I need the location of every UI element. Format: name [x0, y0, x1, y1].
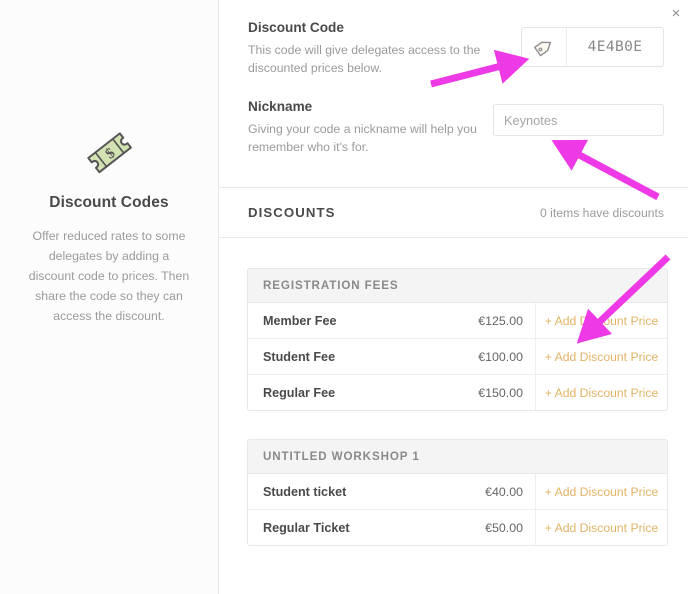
table-header-label: REGISTRATION FEES: [263, 279, 399, 292]
discount-code-input[interactable]: 4E4B0E: [521, 27, 664, 67]
table-row: Regular Fee €150.00 + Add Discount Price: [248, 375, 667, 410]
divider-bottom: [219, 237, 688, 238]
table-row: Regular Ticket €50.00 + Add Discount Pri…: [248, 510, 667, 545]
discounts-count: 0 items have discounts: [540, 205, 664, 220]
info-sidebar: $ Discount Codes Offer reduced rates to …: [0, 0, 219, 594]
row-name: Student ticket: [263, 484, 347, 499]
price-table-untitled-workshop-1: UNTITLED WORKSHOP 1 Student ticket €40.0…: [247, 439, 668, 546]
nickname-input[interactable]: [493, 104, 664, 136]
table-row: Member Fee €125.00 + Add Discount Price: [248, 303, 667, 339]
add-discount-price-link[interactable]: + Add Discount Price: [535, 474, 667, 509]
table-header: UNTITLED WORKSHOP 1: [248, 440, 667, 474]
discount-code-help: This code will give delegates access to …: [248, 43, 481, 75]
coupon-ticket-icon: $: [79, 122, 139, 182]
table-header-label: UNTITLED WORKSHOP 1: [263, 450, 420, 463]
discounts-header: DISCOUNTS 0 items have discounts: [219, 188, 688, 237]
row-price: €100.00: [478, 349, 523, 364]
nickname-title: Nickname: [248, 99, 313, 114]
nickname-help: Giving your code a nickname will help yo…: [248, 122, 477, 154]
price-table-registration-fees: REGISTRATION FEES Member Fee €125.00 + A…: [247, 268, 668, 411]
row-name: Regular Fee: [263, 385, 336, 400]
add-discount-price-link[interactable]: + Add Discount Price: [535, 375, 667, 410]
discount-code-modal: $ Discount Codes Offer reduced rates to …: [0, 0, 688, 594]
discounts-title: DISCOUNTS: [248, 205, 336, 220]
sidebar-title: Discount Codes: [49, 194, 169, 211]
price-tag-icon: [522, 28, 567, 66]
nickname-section: Nickname Giving your code a nickname wil…: [219, 77, 688, 156]
nickname-labels: Nickname Giving your code a nickname wil…: [248, 99, 493, 156]
row-price: €125.00: [478, 313, 523, 328]
row-name: Student Fee: [263, 349, 336, 364]
row-name: Regular Ticket: [263, 520, 350, 535]
sidebar-description: Offer reduced rates to some delegates by…: [28, 229, 190, 323]
table-row: Student Fee €100.00 + Add Discount Price: [248, 339, 667, 375]
add-discount-price-link[interactable]: + Add Discount Price: [535, 339, 667, 374]
discount-code-labels: Discount Code This code will give delega…: [248, 20, 493, 77]
discount-code-value: 4E4B0E: [587, 39, 643, 55]
row-price: €150.00: [478, 385, 523, 400]
row-price: €50.00: [485, 520, 523, 535]
close-icon[interactable]: ×: [666, 4, 686, 24]
add-discount-price-link[interactable]: + Add Discount Price: [535, 303, 667, 338]
table-header: REGISTRATION FEES: [248, 269, 667, 303]
modal-content: × Discount Code This code will give dele…: [219, 0, 688, 594]
table-row: Student ticket €40.00 + Add Discount Pri…: [248, 474, 667, 510]
discount-code-title: Discount Code: [248, 20, 344, 35]
row-price: €40.00: [485, 484, 523, 499]
add-discount-price-link[interactable]: + Add Discount Price: [535, 510, 667, 545]
discount-code-section: Discount Code This code will give delega…: [219, 0, 688, 77]
price-tables: REGISTRATION FEES Member Fee €125.00 + A…: [219, 268, 688, 546]
row-name: Member Fee: [263, 313, 337, 328]
